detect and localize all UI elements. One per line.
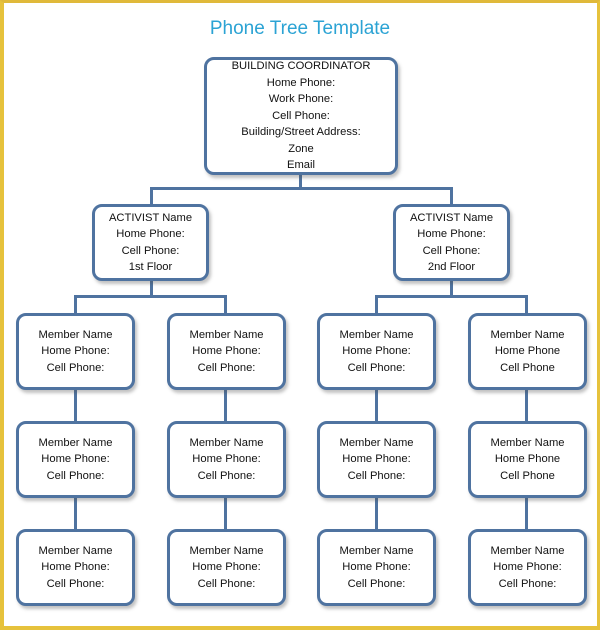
coordinator-address: Building/Street Address: [241, 126, 361, 139]
member-name: Member Name [189, 328, 264, 341]
activist-cell-phone: Cell Phone: [422, 244, 481, 257]
member-cell-phone: Cell Phone: [46, 469, 105, 482]
member-cell-phone: Cell Phone: [197, 577, 256, 590]
member-home-phone: Home Phone: [41, 453, 110, 466]
member-cell-phone: Cell Phone [500, 361, 555, 374]
member-name: Member Name [339, 436, 414, 449]
member-name: Member Name [339, 544, 414, 557]
member-home-phone: Home Phone: [41, 561, 110, 574]
member-box: Member Name Home Phone: Cell Phone: [16, 313, 135, 390]
member-cell-phone: Cell Phone: [197, 469, 256, 482]
coordinator-home-phone: Home Phone: [266, 76, 336, 89]
activist-home-phone: Home Phone: [116, 228, 185, 240]
member-cell-phone: Cell Phone: [46, 577, 105, 590]
member-box: Member Name Home Phone: Cell Phone: [317, 421, 436, 498]
activist-cell-phone: Cell Phone: [121, 244, 180, 257]
activist-box-2: ACTIVIST Name Home Phone: Cell Phone: 2n… [393, 204, 510, 281]
member-box: Member Name Home Phone Cell Phone [468, 421, 587, 498]
member-home-phone: Home Phone: [342, 561, 411, 574]
member-name: Member Name [38, 436, 113, 449]
connector-activist1-up [150, 187, 153, 205]
member-cell-phone: Cell Phone: [498, 577, 557, 590]
member-cell-phone: Cell Phone [500, 469, 555, 482]
member-cell-phone: Cell Phone: [347, 577, 406, 590]
member-name: Member Name [490, 544, 565, 557]
activist-name: ACTIVIST Name [409, 211, 494, 224]
member-cell-phone: Cell Phone: [347, 361, 406, 374]
member-box: Member Name Home Phone: Cell Phone: [167, 529, 286, 606]
coordinator-title: BUILDING COORDINATOR [231, 60, 371, 73]
member-name: Member Name [38, 328, 113, 341]
coordinator-email: Email [287, 159, 315, 172]
connector-activist1-bar [74, 295, 227, 298]
member-name: Member Name [490, 436, 565, 449]
member-box: Member Name Home Phone: Cell Phone: [317, 529, 436, 606]
member-cell-phone: Cell Phone: [197, 361, 256, 374]
member-name: Member Name [38, 544, 113, 557]
member-home-phone: Home Phone: [192, 561, 261, 574]
member-cell-phone: Cell Phone: [46, 361, 105, 374]
member-box: Member Name Home Phone: Cell Phone: [16, 529, 135, 606]
member-box: Member Name Home Phone: Cell Phone: [468, 529, 587, 606]
activist-floor: 1st Floor [128, 261, 173, 273]
coordinator-work-phone: Work Phone: [268, 93, 334, 106]
member-name: Member Name [490, 328, 565, 341]
activist-name: ACTIVIST Name [108, 211, 193, 224]
connector-activist2-up [450, 187, 453, 205]
coordinator-box: BUILDING COORDINATOR Home Phone: Work Ph… [204, 57, 398, 175]
member-home-phone: Home Phone [494, 345, 561, 358]
connector-activist2-bar [375, 295, 528, 298]
member-box: Member Name Home Phone: Cell Phone: [167, 421, 286, 498]
member-cell-phone: Cell Phone: [347, 469, 406, 482]
activist-home-phone: Home Phone: [417, 228, 486, 240]
member-box: Member Name Home Phone Cell Phone [468, 313, 587, 390]
activist-box-1: ACTIVIST Name Home Phone: Cell Phone: 1s… [92, 204, 209, 281]
member-home-phone: Home Phone: [192, 345, 261, 358]
page-title: Phone Tree Template [209, 18, 391, 39]
coordinator-zone: Zone [288, 142, 314, 155]
member-home-phone: Home Phone: [41, 345, 110, 358]
member-box: Member Name Home Phone: Cell Phone: [16, 421, 135, 498]
coordinator-cell-phone: Cell Phone: [272, 109, 330, 122]
member-name: Member Name [339, 328, 414, 341]
member-name: Member Name [189, 544, 264, 557]
member-home-phone: Home Phone: [342, 345, 411, 358]
member-home-phone: Home Phone: [192, 453, 261, 466]
member-box: Member Name Home Phone: Cell Phone: [167, 313, 286, 390]
member-home-phone: Home Phone: [342, 453, 411, 466]
member-home-phone: Home Phone: [493, 561, 562, 574]
member-name: Member Name [189, 436, 264, 449]
member-home-phone: Home Phone [494, 453, 561, 466]
member-box: Member Name Home Phone: Cell Phone: [317, 313, 436, 390]
connector-coordinator-bar [150, 187, 452, 190]
activist-floor: 2nd Floor [427, 261, 476, 273]
